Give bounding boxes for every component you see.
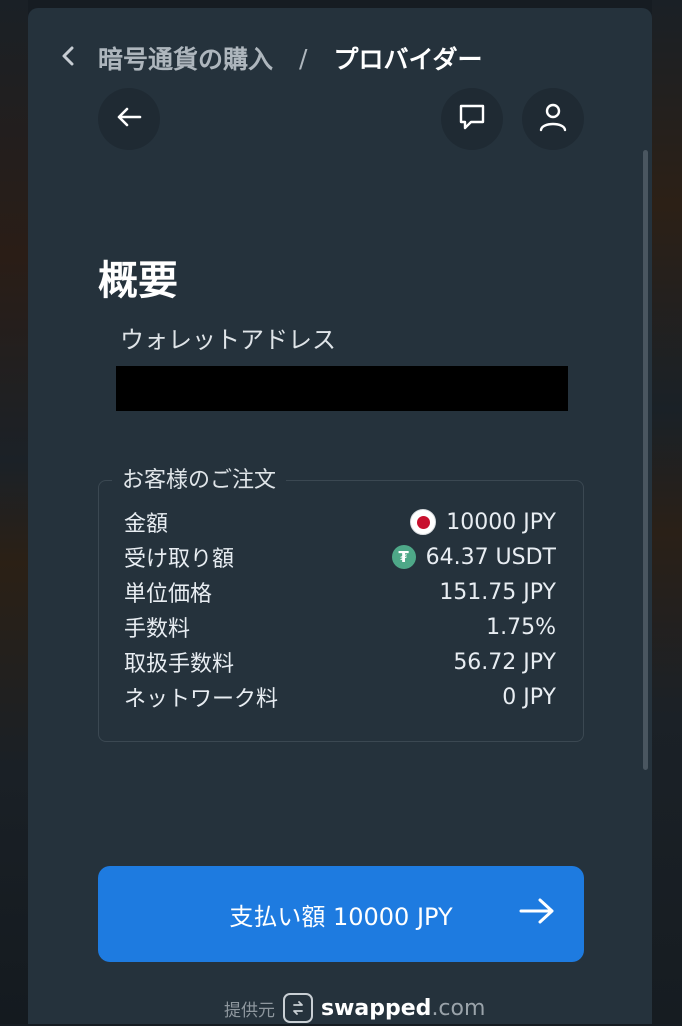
order-row-receive: 受け取り額 ₮ 64.37 USDT xyxy=(124,540,556,574)
row-value: 10000 JPY xyxy=(446,509,556,535)
tether-icon: ₮ xyxy=(391,545,416,569)
row-label: 受け取り額 xyxy=(124,547,235,572)
arrow-left-icon xyxy=(115,105,143,133)
provider-footer: 提供元 swapped.com xyxy=(224,990,485,1026)
japan-flag-icon xyxy=(410,509,437,535)
order-summary-legend: お客様のご注文 xyxy=(112,462,287,494)
row-label: ネットワーク料 xyxy=(124,687,279,712)
row-label: 手数料 xyxy=(124,617,191,642)
breadcrumb-parent[interactable]: 暗号通貨の購入 xyxy=(98,40,273,76)
provider-brand[interactable]: swapped.com xyxy=(321,996,485,1021)
row-label: 単位価格 xyxy=(124,582,213,607)
pay-button-label: 支払い額 10000 JPY xyxy=(229,902,453,931)
arrow-right-icon xyxy=(518,896,556,930)
order-row-unit-price: 単位価格 151.75 JPY xyxy=(124,575,556,609)
profile-button[interactable] xyxy=(522,88,584,150)
order-row-amount: 金額 10000 JPY xyxy=(124,505,556,539)
background-strip-left xyxy=(0,0,28,1024)
wallet-address-label: ウォレットアドレス xyxy=(120,326,336,354)
page-title: 概要 xyxy=(98,258,178,304)
order-row-network-fee: ネットワーク料 0 JPY xyxy=(124,680,556,714)
row-value: 56.72 JPY xyxy=(453,649,556,675)
row-label: 金額 xyxy=(124,512,169,537)
breadcrumb-separator: / xyxy=(299,43,308,73)
row-label: 取扱手数料 xyxy=(124,652,235,677)
breadcrumb: 暗号通貨の購入 / プロバイダー xyxy=(60,38,482,78)
wallet-address-redacted xyxy=(116,366,568,411)
scrollbar[interactable] xyxy=(643,150,648,770)
provided-by-label: 提供元 xyxy=(224,1000,275,1021)
row-value: 64.37 USDT xyxy=(425,544,556,570)
background-strip-right xyxy=(652,0,682,1024)
row-value: 0 JPY xyxy=(502,684,556,710)
row-value: 1.75% xyxy=(486,614,556,640)
chevron-left-icon[interactable] xyxy=(60,44,98,72)
chat-button[interactable] xyxy=(441,88,503,150)
order-row-handling-fee: 取扱手数料 56.72 JPY xyxy=(124,645,556,679)
wallet-address-section: ウォレットアドレス xyxy=(110,318,582,426)
swapped-logo-icon xyxy=(283,993,313,1023)
order-row-fee-rate: 手数料 1.75% xyxy=(124,610,556,644)
user-icon xyxy=(538,102,568,136)
row-value: 151.75 JPY xyxy=(439,579,556,605)
breadcrumb-current: プロバイダー xyxy=(333,45,483,74)
chat-bubble-icon xyxy=(457,102,487,136)
pay-button[interactable]: 支払い額 10000 JPY xyxy=(98,866,584,962)
back-button[interactable] xyxy=(98,88,160,150)
